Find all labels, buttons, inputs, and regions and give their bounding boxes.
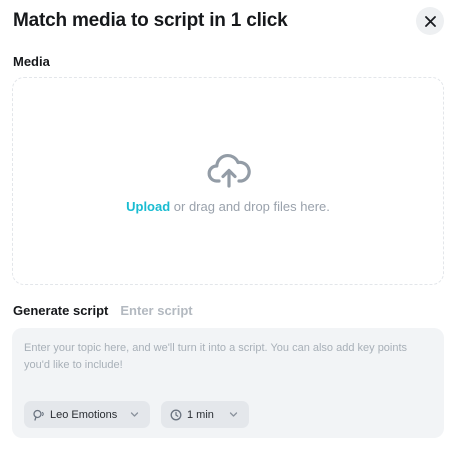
match-media-dialog: Match media to script in 1 click Media U… [0, 0, 452, 450]
voice-select[interactable]: Leo Emotions [24, 401, 150, 428]
upload-link[interactable]: Upload [126, 199, 170, 214]
duration-select-value: 1 min [187, 408, 214, 421]
voice-select-value: Leo Emotions [50, 408, 118, 421]
chevron-down-icon [130, 412, 139, 417]
media-dropzone[interactable]: Upload or drag and drop files here. [12, 77, 444, 285]
cloud-upload-icon [207, 153, 251, 188]
close-button[interactable] [416, 7, 444, 35]
chevron-down-icon [229, 412, 238, 417]
duration-select[interactable]: 1 min [161, 401, 249, 428]
dialog-title: Match media to script in 1 click [13, 10, 288, 31]
voice-icon [33, 409, 45, 421]
drop-instructions: Upload or drag and drop files here. [13, 199, 443, 214]
tab-generate-script[interactable]: Generate script [13, 303, 108, 318]
topic-input[interactable] [24, 340, 434, 380]
drop-text: or drag and drop files here. [170, 199, 330, 214]
tab-enter-script[interactable]: Enter script [120, 303, 192, 318]
media-section-label: Media [13, 54, 50, 69]
script-composer: Leo Emotions 1 min [12, 328, 444, 438]
script-tabs: Generate script Enter script [13, 303, 193, 318]
close-icon [424, 15, 436, 27]
clock-icon [170, 409, 182, 421]
